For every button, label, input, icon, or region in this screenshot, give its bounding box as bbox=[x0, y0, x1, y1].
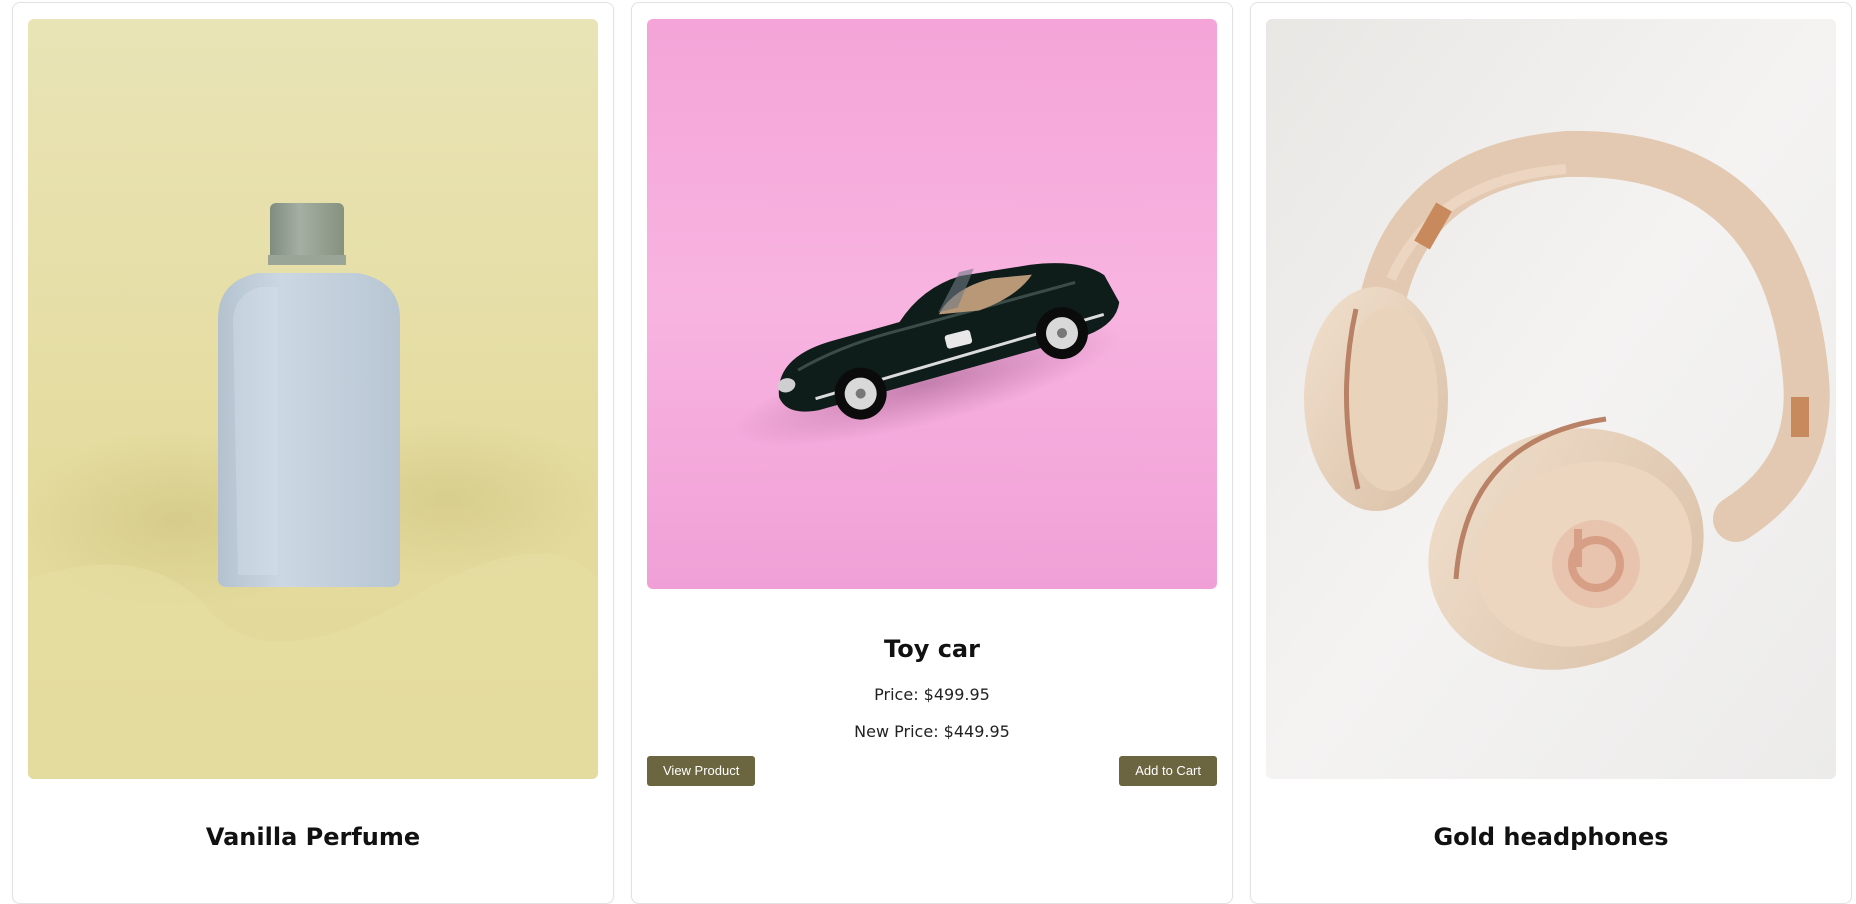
price-label: Price: $499.95 bbox=[874, 685, 990, 704]
product-card-vanilla-perfume: Vanilla Perfume bbox=[12, 2, 614, 904]
product-card-toy-car: Toy car Price: $499.95 New Price: $449.9… bbox=[631, 2, 1233, 904]
product-card-gold-headphones: Gold headphones bbox=[1250, 2, 1852, 904]
new-price-label: New Price: $449.95 bbox=[854, 722, 1010, 741]
toy-car-photo[interactable] bbox=[647, 19, 1217, 589]
product-title: Toy car bbox=[884, 635, 980, 663]
add-to-cart-button[interactable]: Add to Cart bbox=[1119, 756, 1217, 786]
view-product-button[interactable]: View Product bbox=[647, 756, 756, 786]
product-title: Gold headphones bbox=[1433, 823, 1669, 851]
product-grid: Vanilla Perfume Toy car Price: $499.95 N… bbox=[0, 0, 1856, 904]
perfume-bottle-photo[interactable] bbox=[28, 19, 598, 779]
headphones-photo[interactable] bbox=[1266, 19, 1836, 779]
product-title: Vanilla Perfume bbox=[205, 823, 421, 851]
